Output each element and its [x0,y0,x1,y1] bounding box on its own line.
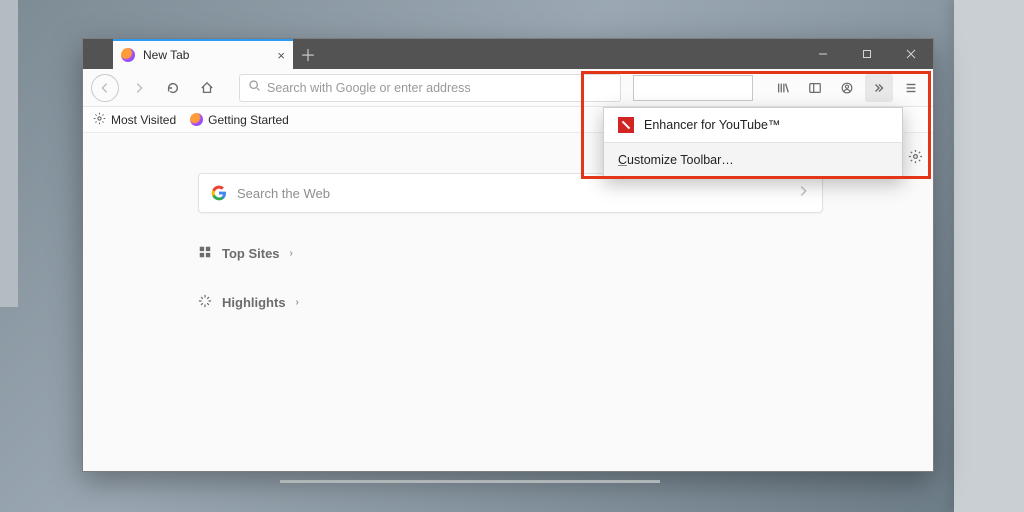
firefox-favicon [190,113,203,126]
enhancer-youtube-icon [618,117,634,133]
window-minimize-button[interactable] [801,39,845,69]
overflow-panel: Enhancer for YouTube™ Customize Toolbar… [603,107,903,178]
overflow-customize-label: Customize Toolbar… [618,153,734,167]
library-button[interactable] [769,74,797,102]
overflow-item-label: Enhancer for YouTube™ [644,118,780,132]
newtab-settings-button[interactable] [908,149,923,169]
newtab-content: Top Sites › Highlights › [83,133,933,471]
tab-current[interactable]: New Tab × [113,39,293,69]
section-title: Top Sites [222,246,280,261]
chevron-right-icon: › [290,248,293,259]
address-bar[interactable] [239,74,621,102]
gear-icon [93,112,106,128]
section-highlights[interactable]: Highlights › [198,294,823,311]
overflow-menu-button[interactable] [865,74,893,102]
newtab-search-input[interactable] [237,186,786,201]
grid-icon [198,245,212,262]
newtab-search-bar[interactable] [198,173,823,213]
bookmark-label: Getting Started [208,113,289,127]
overflow-customize-toolbar[interactable]: Customize Toolbar… [604,143,902,177]
section-title: Highlights [222,295,286,310]
overflow-item-extension[interactable]: Enhancer for YouTube™ [604,108,902,142]
tab-title: New Tab [143,48,269,62]
bookmark-getting-started[interactable]: Getting Started [190,113,289,127]
google-logo-icon [211,185,227,201]
search-field-secondary[interactable] [633,75,753,101]
tab-close-button[interactable]: × [277,48,285,63]
app-menu-button[interactable] [897,74,925,102]
forward-button[interactable] [125,74,153,102]
sidebar-button[interactable] [801,74,829,102]
window-maximize-button[interactable] [845,39,889,69]
section-top-sites[interactable]: Top Sites › [198,245,823,262]
home-button[interactable] [193,74,221,102]
search-icon [248,79,261,97]
bookmark-label: Most Visited [111,113,176,127]
browser-window: New Tab × ＋ [82,38,934,472]
bookmark-most-visited[interactable]: Most Visited [93,112,176,128]
sparkle-icon [198,294,212,311]
reload-button[interactable] [159,74,187,102]
firefox-favicon [121,48,135,62]
account-button[interactable] [833,74,861,102]
window-close-button[interactable] [889,39,933,69]
address-input[interactable] [267,81,612,95]
new-tab-button[interactable]: ＋ [293,39,323,69]
nav-toolbar: Enhancer for YouTube™ Customize Toolbar… [83,69,933,107]
back-button[interactable] [91,74,119,102]
window-controls [801,39,933,69]
submit-arrow-icon[interactable] [796,184,810,203]
titlebar: New Tab × ＋ [83,39,933,69]
chevron-right-icon: › [296,297,299,308]
